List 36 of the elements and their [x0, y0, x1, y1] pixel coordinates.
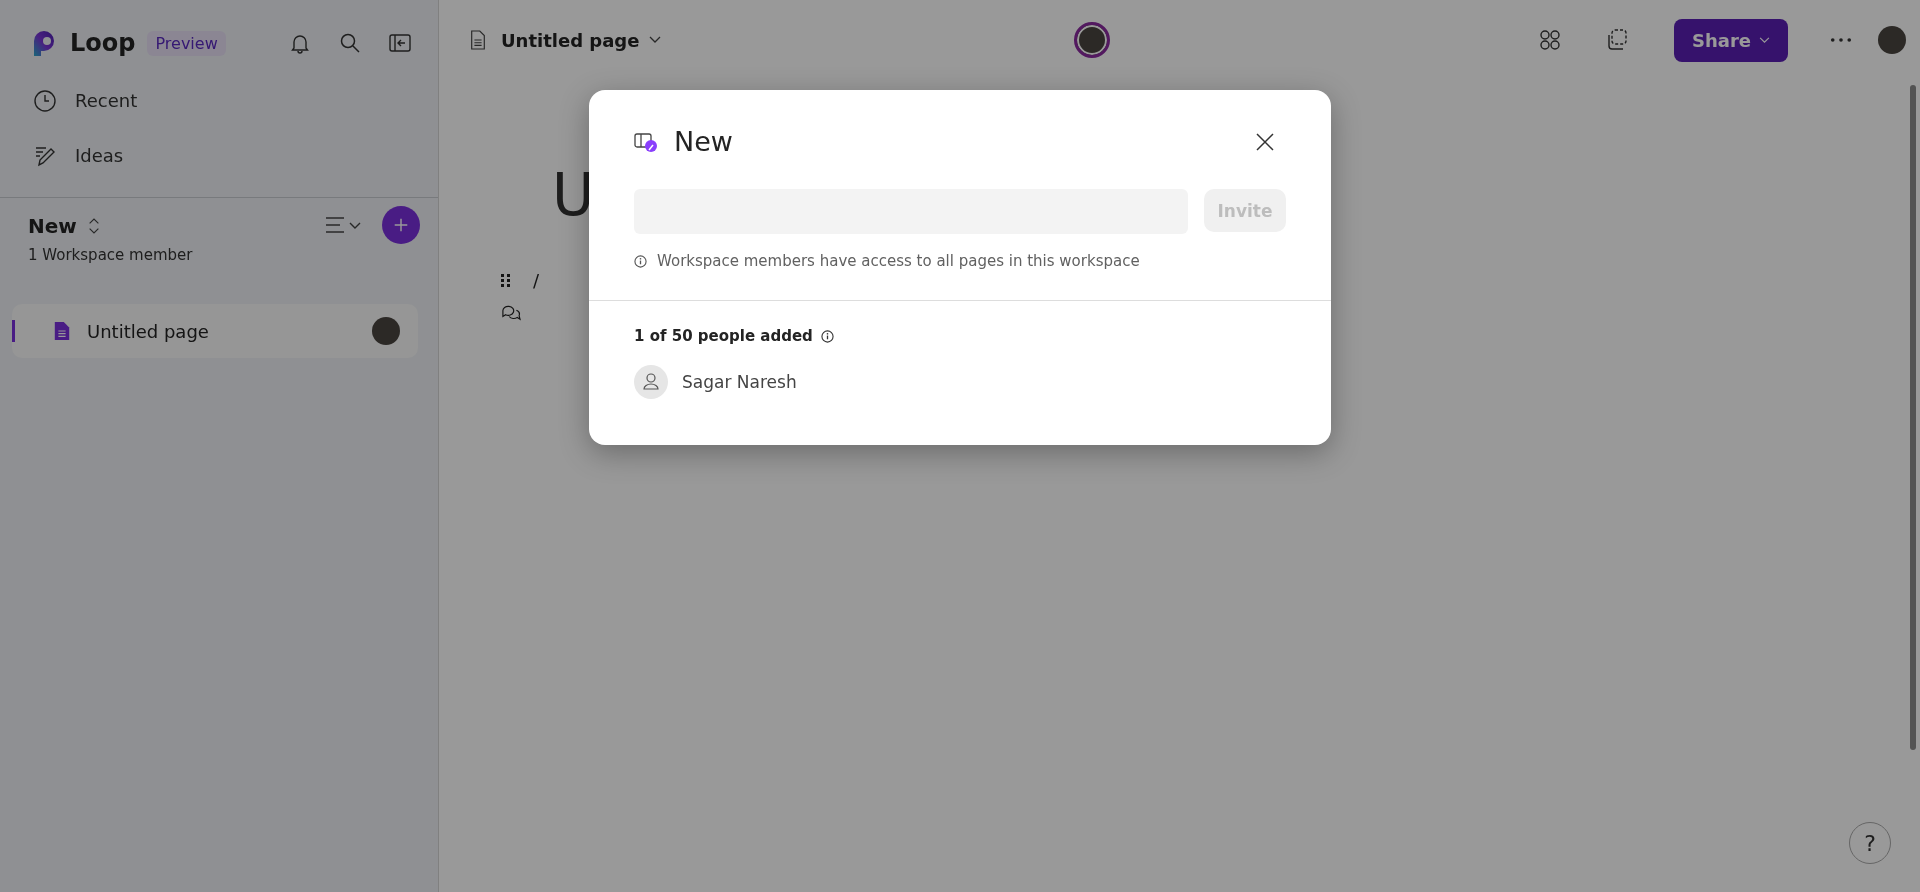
dialog-title: New — [674, 126, 733, 157]
nav-item[interactable]: Recent — [0, 73, 438, 128]
avatar[interactable] — [1878, 26, 1906, 54]
search-icon[interactable] — [338, 31, 362, 55]
document-icon — [53, 320, 71, 342]
chevron-down-icon — [1759, 36, 1770, 44]
chevron-down-icon[interactable] — [649, 36, 662, 44]
add-page-button[interactable] — [382, 206, 420, 244]
page-title[interactable]: Untitled page — [501, 29, 640, 51]
person-avatar-icon — [634, 365, 668, 399]
clock-icon — [33, 88, 57, 113]
slash-command-hint: / — [533, 270, 540, 291]
plus-icon — [392, 216, 410, 234]
workspace-icon — [634, 130, 658, 153]
scrollbar[interactable] — [1910, 85, 1916, 750]
document-icon — [469, 29, 487, 51]
drag-handle-icon[interactable] — [501, 273, 511, 288]
app-name: Loop — [70, 29, 136, 57]
person-name: Sagar Naresh — [682, 372, 797, 392]
info-icon[interactable] — [820, 329, 834, 343]
page-list-item[interactable]: Untitled page — [12, 304, 418, 358]
workspace-member-count: 1 Workspace member — [28, 246, 194, 264]
more-icon[interactable] — [1830, 37, 1852, 43]
comments-icon[interactable] — [501, 303, 521, 321]
people-count: 1 of 50 people added — [634, 327, 813, 345]
avatar — [372, 317, 400, 345]
share-button[interactable]: Share — [1674, 18, 1788, 62]
nav-item[interactable]: Ideas — [0, 128, 438, 183]
avatar — [1073, 22, 1110, 58]
info-icon — [634, 254, 647, 268]
close-icon[interactable] — [1255, 131, 1275, 152]
collapse-sidebar-icon[interactable] — [388, 31, 412, 55]
info-text: Workspace members have access to all pages in this workspace — [657, 252, 1140, 270]
preview-badge: Preview — [147, 30, 226, 56]
grid-icon[interactable] — [1538, 28, 1562, 52]
workspace-name[interactable]: New — [28, 214, 77, 238]
